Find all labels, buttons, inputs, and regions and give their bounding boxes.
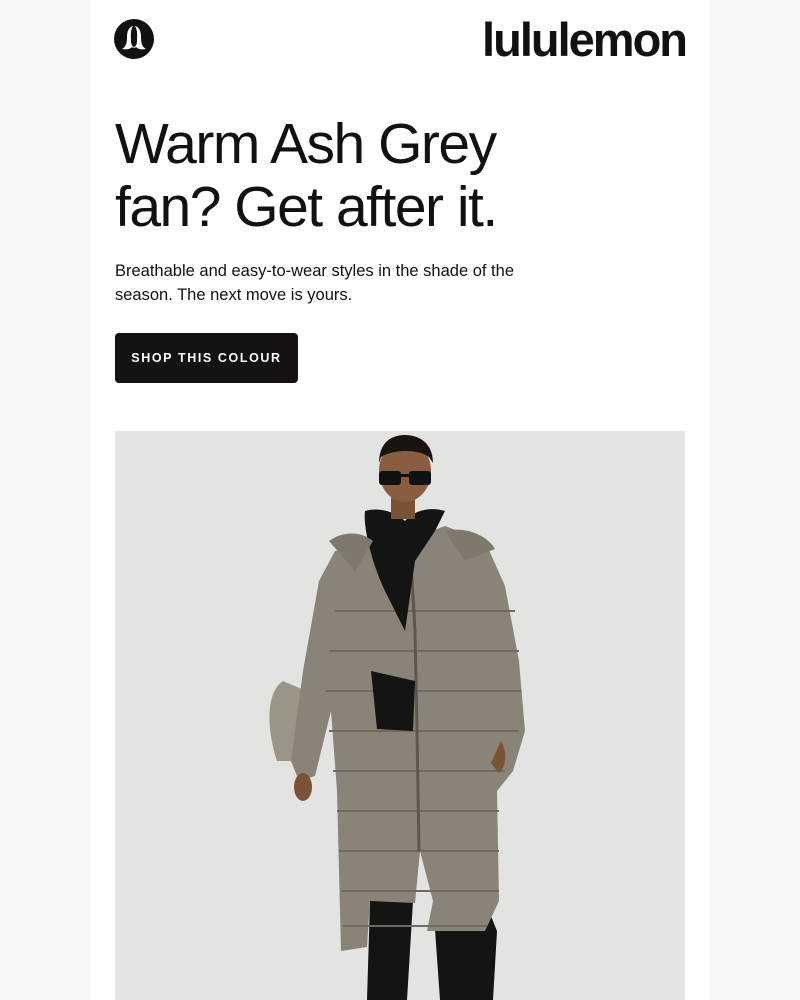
- headline-line-2: fan? Get after it.: [115, 175, 498, 239]
- headline: Warm Ash Grey fan? Get after it.: [115, 113, 575, 239]
- body-copy: Breathable and easy-to-wear styles in th…: [115, 262, 514, 304]
- brand-wordmark[interactable]: lululemon: [482, 12, 688, 68]
- hero-image[interactable]: [115, 431, 685, 1000]
- model-in-long-puffer-coat-photo: [115, 431, 685, 1000]
- lululemon-logo-icon[interactable]: [114, 19, 154, 59]
- shop-this-colour-button[interactable]: SHOP THIS COLOUR: [115, 333, 298, 383]
- headline-line-1: Warm Ash Grey: [115, 112, 497, 176]
- email-container: lululemon Warm Ash Grey fan? Get after i…: [90, 0, 710, 1000]
